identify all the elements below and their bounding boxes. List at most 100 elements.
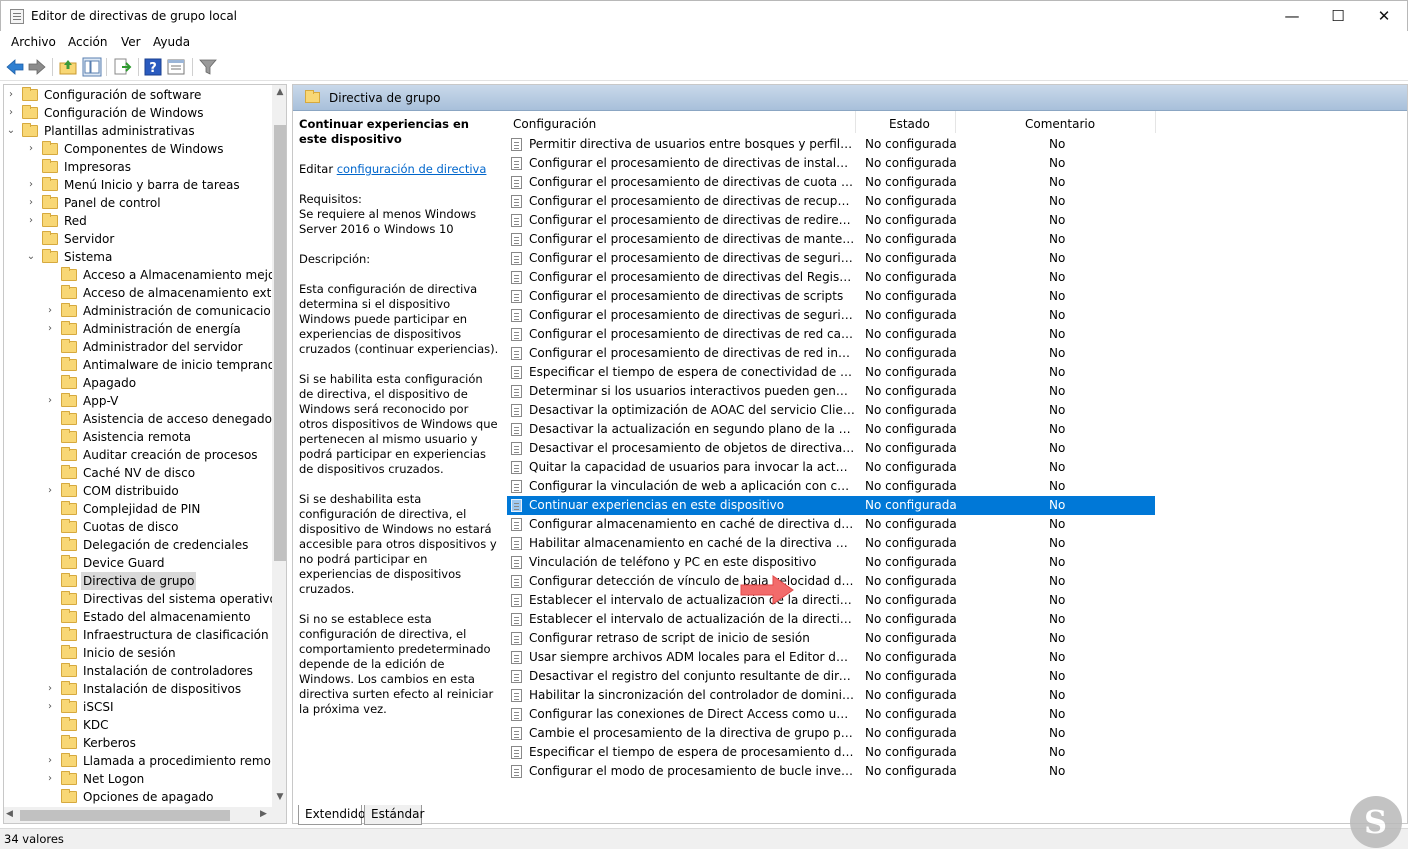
tree-item[interactable]: › Componentes de Windows xyxy=(4,140,272,158)
menu-archivo[interactable]: Archivo xyxy=(11,35,56,49)
tree-item[interactable]: › Panel de control xyxy=(4,194,272,212)
chevron-right-icon[interactable]: › xyxy=(45,320,55,338)
column-header-estado[interactable]: Estado xyxy=(889,115,930,133)
tree-item[interactable]: › Red xyxy=(4,212,272,230)
chevron-right-icon[interactable]: › xyxy=(26,140,36,158)
tree-item[interactable]: › Llamada a procedimiento remo xyxy=(4,752,272,770)
table-row[interactable]: Determinar si los usuarios interactivos … xyxy=(507,382,1155,401)
table-row[interactable]: Cambie el procesamiento de la directiva … xyxy=(507,724,1155,743)
tree-item[interactable]: Directivas del sistema operativo xyxy=(4,590,277,608)
tree-item[interactable]: ⌄ Plantillas administrativas xyxy=(4,122,272,140)
table-row[interactable]: Permitir directiva de usuarios entre bos… xyxy=(507,135,1155,154)
tree-item[interactable]: Estado del almacenamiento xyxy=(4,608,272,626)
maximize-button[interactable]: ☐ xyxy=(1315,1,1361,32)
chevron-right-icon[interactable]: › xyxy=(45,392,55,410)
tree-item[interactable]: Acceso a Almacenamiento mejo xyxy=(4,266,275,284)
table-row[interactable]: Especificar el tiempo de espera de proce… xyxy=(507,743,1155,762)
tree-item[interactable]: Caché NV de disco xyxy=(4,464,272,482)
tree-item[interactable]: Auditar creación de procesos xyxy=(4,446,272,464)
table-row[interactable]: Configurar el procesamiento de directiva… xyxy=(507,249,1155,268)
export-list-icon[interactable] xyxy=(112,57,132,77)
table-row[interactable]: Configurar el procesamiento de directiva… xyxy=(507,230,1155,249)
tree-item[interactable]: Delegación de credenciales xyxy=(4,536,272,554)
tree-item[interactable]: KDC xyxy=(4,716,272,734)
menu-ver[interactable]: Ver xyxy=(121,35,141,49)
tree-item[interactable]: Infraestructura de clasificación d xyxy=(4,626,280,644)
tree-item[interactable]: Cuotas de disco xyxy=(4,518,272,536)
menu-ayuda[interactable]: Ayuda xyxy=(153,35,190,49)
chevron-right-icon[interactable]: › xyxy=(6,104,16,122)
tree-item[interactable]: › Configuración de Windows xyxy=(4,104,272,122)
chevron-right-icon[interactable]: › xyxy=(45,482,55,500)
tree-item[interactable]: Device Guard xyxy=(4,554,272,572)
table-row[interactable]: Configurar el procesamiento de directiva… xyxy=(507,268,1155,287)
tree-item[interactable]: Servidor xyxy=(4,230,272,248)
tree-item[interactable]: › Administración de energía xyxy=(4,320,272,338)
tree-item[interactable]: Kerberos xyxy=(4,734,272,752)
chevron-right-icon[interactable]: › xyxy=(6,86,16,104)
minimize-button[interactable]: — xyxy=(1269,1,1315,32)
chevron-right-icon[interactable]: › xyxy=(45,752,55,770)
tree-item[interactable]: Asistencia remota xyxy=(4,428,272,446)
table-row[interactable]: Configurar almacenamiento en caché de di… xyxy=(507,515,1155,534)
table-row[interactable]: Configurar el procesamiento de directiva… xyxy=(507,344,1155,363)
tree-item[interactable]: Directiva de grupo xyxy=(4,572,272,590)
table-row[interactable]: Desactivar el procesamiento de objetos d… xyxy=(507,439,1155,458)
tree-item[interactable]: Impresoras xyxy=(4,158,272,176)
table-row[interactable]: Configurar el procesamiento de directiva… xyxy=(507,154,1155,173)
scroll-up-icon[interactable]: ▲ xyxy=(272,87,286,97)
tree-item[interactable]: › Administración de comunicacio xyxy=(4,302,272,320)
table-row[interactable]: Habilitar la sincronización del controla… xyxy=(507,686,1155,705)
scroll-thumb[interactable] xyxy=(274,125,286,561)
chevron-right-icon[interactable]: › xyxy=(45,680,55,698)
table-row[interactable]: Continuar experiencias en este dispositi… xyxy=(507,496,1155,515)
tree-item[interactable]: ⌄ Sistema xyxy=(4,248,272,266)
chevron-right-icon[interactable]: › xyxy=(26,194,36,212)
scroll-down-icon[interactable]: ▼ xyxy=(272,792,286,802)
tree-item[interactable]: › COM distribuido xyxy=(4,482,272,500)
chevron-right-icon[interactable]: › xyxy=(45,770,55,788)
help-icon[interactable]: ? xyxy=(143,57,163,77)
chevron-right-icon[interactable]: › xyxy=(45,302,55,320)
show-hide-tree-icon[interactable] xyxy=(82,57,102,77)
column-header-configuracion[interactable]: Configuración xyxy=(513,115,596,133)
table-row[interactable]: Configurar el procesamiento de directiva… xyxy=(507,192,1155,211)
chevron-right-icon[interactable]: › xyxy=(26,212,36,230)
table-row[interactable]: Configurar detección de vínculo de baja … xyxy=(507,572,1155,591)
table-row[interactable]: Configurar el procesamiento de directiva… xyxy=(507,287,1155,306)
table-row[interactable]: Configurar la vinculación de web a aplic… xyxy=(507,477,1155,496)
tree-item[interactable]: Opciones de apagado xyxy=(4,788,272,806)
tree-horizontal-scrollbar[interactable]: ◀ ▶ xyxy=(4,807,286,823)
table-row[interactable]: Configurar retraso de script de inicio d… xyxy=(507,629,1155,648)
edit-policy-link[interactable]: configuración de directiva xyxy=(337,162,487,176)
tree-vertical-scrollbar[interactable]: ▲ ▼ xyxy=(272,85,286,807)
table-row[interactable]: Establecer el intervalo de actualización… xyxy=(507,591,1155,610)
table-row[interactable]: Desactivar la actualización en segundo p… xyxy=(507,420,1155,439)
table-row[interactable]: Habilitar almacenamiento en caché de la … xyxy=(507,534,1155,553)
tree-item[interactable]: Inicio de sesión xyxy=(4,644,272,662)
table-row[interactable]: Configurar el procesamiento de directiva… xyxy=(507,306,1155,325)
table-row[interactable]: Desactivar el registro del conjunto resu… xyxy=(507,667,1155,686)
table-row[interactable]: Configurar el procesamiento de directiva… xyxy=(507,325,1155,344)
table-row[interactable]: Vinculación de teléfono y PC en este dis… xyxy=(507,553,1155,572)
tree-item[interactable]: Instalación de controladores xyxy=(4,662,272,680)
tree-item[interactable]: › Instalación de dispositivos xyxy=(4,680,272,698)
tree-item[interactable]: › Configuración de software xyxy=(4,86,272,104)
filter-icon[interactable] xyxy=(198,57,218,77)
tree-item[interactable]: › iSCSI xyxy=(4,698,272,716)
scroll-right-icon[interactable]: ▶ xyxy=(260,809,267,819)
tree-item[interactable]: Complejidad de PIN xyxy=(4,500,272,518)
tree-item[interactable]: Apagado xyxy=(4,374,272,392)
table-row[interactable]: Quitar la capacidad de usuarios para inv… xyxy=(507,458,1155,477)
tab-estandar[interactable]: Estándar xyxy=(364,805,424,825)
tree-item[interactable]: › Menú Inicio y barra de tareas xyxy=(4,176,272,194)
menu-accion[interactable]: Acción xyxy=(68,35,107,49)
table-row[interactable]: Configurar el modo de procesamiento de b… xyxy=(507,762,1155,781)
table-row[interactable]: Configurar el procesamiento de directiva… xyxy=(507,173,1155,192)
table-row[interactable]: Usar siempre archivos ADM locales para e… xyxy=(507,648,1155,667)
tree-item[interactable]: › Net Logon xyxy=(4,770,272,788)
column-header-comentario[interactable]: Comentario xyxy=(1025,115,1095,133)
table-row[interactable]: Especificar el tiempo de espera de conec… xyxy=(507,363,1155,382)
tab-extendido[interactable]: Extendido xyxy=(298,805,365,825)
tree-item[interactable]: Acceso de almacenamiento extr xyxy=(4,284,276,302)
